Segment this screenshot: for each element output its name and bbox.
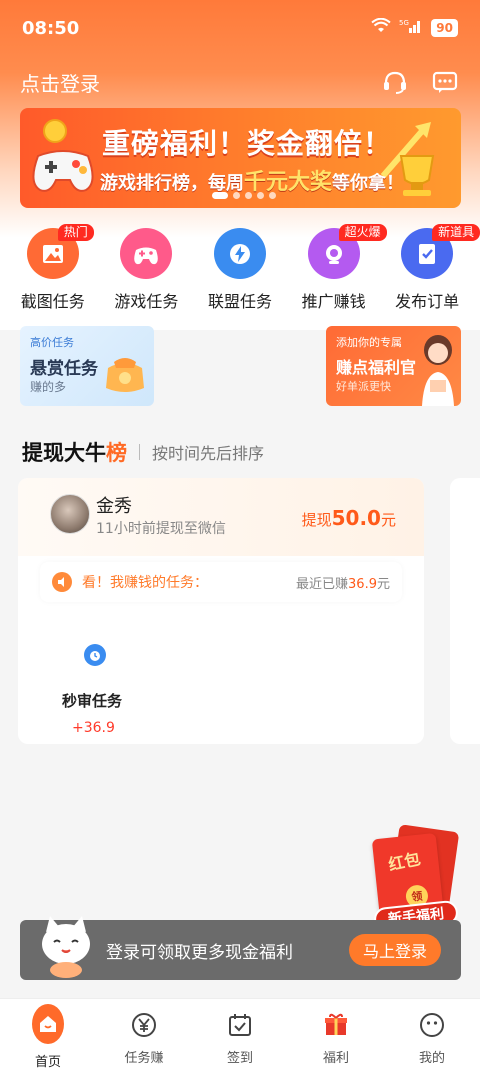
tab-label: 任务赚 xyxy=(124,1051,164,1066)
earning-task-row: 看！我赚钱的任务： 最近已赚36.9元 xyxy=(40,562,402,602)
promo-desc: 好单派更快 xyxy=(336,380,391,393)
recent-earnings-prefix: 最近已赚 xyxy=(296,576,349,592)
gamepad-icon xyxy=(120,228,173,279)
grid-item-screenshot-task[interactable]: 热门 截图任务 xyxy=(8,224,98,312)
message-icon[interactable] xyxy=(430,67,460,97)
promo-title: 赚点福利官 xyxy=(336,358,417,377)
withdraw-amount-value: 50.0 xyxy=(331,506,381,530)
user-name: 金秀 xyxy=(96,496,132,517)
gift-icon xyxy=(320,1009,352,1041)
promo-tag: 高价任务 xyxy=(30,336,74,349)
banner-sub-prefix: 游戏排行榜，每周 xyxy=(100,173,244,194)
recent-earnings-amount: 36.9 xyxy=(348,576,377,592)
grid-label: 发布订单 xyxy=(395,292,460,311)
status-time: 08:50 xyxy=(22,17,80,39)
tab-home[interactable]: 首页 xyxy=(0,999,96,1072)
tab-label: 签到 xyxy=(226,1051,253,1066)
tab-task-earn[interactable]: 任务赚 xyxy=(96,999,192,1072)
top-header: 点击登录 xyxy=(0,60,480,104)
pagination-dot xyxy=(269,192,276,199)
earning-label: 看！我赚钱的任务： xyxy=(82,575,208,591)
withdraw-label: 提现 xyxy=(301,511,332,529)
promo-banner[interactable]: 重磅福利！奖金翻倍！ 游戏排行榜，每周千元大奖等你拿！ xyxy=(20,108,461,208)
pagination-dot xyxy=(245,192,252,199)
grid-label: 截图任务 xyxy=(20,292,85,311)
assistant-avatar-icon xyxy=(422,335,454,406)
tab-label: 福利 xyxy=(322,1051,349,1066)
cat-mascot-icon xyxy=(42,916,90,978)
task-name: 秒审任务 xyxy=(62,692,123,710)
tab-mine[interactable]: 我的 xyxy=(384,999,480,1072)
lightning-icon xyxy=(213,228,266,279)
ranking-title: 提现大牛榜 xyxy=(22,437,127,467)
tab-checkin[interactable]: 签到 xyxy=(192,999,288,1072)
login-link[interactable]: 点击登录 xyxy=(20,68,100,97)
gamepad-illustration-icon xyxy=(32,150,94,192)
speaker-icon xyxy=(52,572,72,592)
pagination-dot xyxy=(257,192,264,199)
category-grid: 热门 截图任务 游戏任务 联盟任务 超火爆 推广赚钱 新道具 发布订单 xyxy=(0,224,480,312)
ranking-card[interactable]: 金秀 11小时前提现至微信 提现50.0元 看！我赚钱的任务： 最近已赚36.9… xyxy=(18,478,424,744)
banner-pagination xyxy=(212,192,276,199)
calendar-check-icon xyxy=(224,1009,256,1041)
grid-item-alliance-task[interactable]: 联盟任务 xyxy=(195,224,285,312)
ranking-card-next[interactable] xyxy=(450,478,480,744)
svg-text:5G: 5G xyxy=(399,19,409,27)
grid-label: 联盟任务 xyxy=(207,292,272,311)
status-indicators: 5G 90 xyxy=(371,17,458,38)
tab-label: 首页 xyxy=(34,1055,61,1070)
customer-service-icon[interactable] xyxy=(380,67,410,97)
ranking-subtitle: 按时间先后排序 xyxy=(152,444,265,463)
withdraw-amount: 提现50.0元 xyxy=(302,506,396,530)
ranking-title-accent: 榜 xyxy=(106,441,127,465)
pagination-dot xyxy=(212,192,228,199)
withdraw-unit: 元 xyxy=(380,511,396,529)
grid-label: 推广赚钱 xyxy=(301,292,366,311)
hot-badge: 热门 xyxy=(57,224,94,241)
yen-coin-icon xyxy=(128,1009,160,1041)
status-bar: 08:50 5G 90 xyxy=(0,0,480,56)
tab-label: 我的 xyxy=(418,1051,445,1066)
bottom-tab-bar: 首页 任务赚 签到 福利 我的 xyxy=(0,998,480,1072)
promo-tag: 添加你的专属 xyxy=(336,336,402,349)
banner-sub-suffix: 等你拿！ xyxy=(332,173,405,194)
coin-icon xyxy=(43,119,67,143)
banner-title: 重磅福利！奖金翻倍！ xyxy=(102,127,393,160)
red-packet-text: 红包 xyxy=(386,849,423,875)
login-prompt-text: 登录可领取更多现金福利 xyxy=(106,943,293,963)
login-now-button[interactable]: 马上登录 xyxy=(348,934,441,966)
home-icon xyxy=(32,1004,64,1045)
cell-signal-icon: 5G xyxy=(399,18,423,38)
grid-item-publish-order[interactable]: 新道具 发布订单 xyxy=(382,224,480,312)
money-bag-icon xyxy=(106,358,144,392)
header-actions xyxy=(380,67,460,97)
grid-item-game-task[interactable]: 游戏任务 xyxy=(101,224,191,312)
promo-desc: 赚的多 xyxy=(30,380,67,394)
alarm-clock-icon xyxy=(84,644,106,666)
ranking-title-main: 提现大牛 xyxy=(22,441,106,465)
login-prompt-bar[interactable]: 登录可领取更多现金福利 马上登录 xyxy=(20,916,461,980)
welfare-officer-card[interactable]: 添加你的专属 赚点福利官 好单派更快 xyxy=(326,326,461,406)
promo-title: 悬赏任务 xyxy=(30,359,98,379)
grid-label: 游戏任务 xyxy=(114,292,179,311)
pagination-dot xyxy=(233,192,240,199)
task-amount: +36.9 xyxy=(72,720,115,736)
battery-indicator: 90 xyxy=(431,19,458,37)
withdraw-time: 11小时前提现至微信 xyxy=(96,521,226,537)
grid-item-promote-earn[interactable]: 超火爆 推广赚钱 xyxy=(289,224,387,312)
smiley-icon xyxy=(416,1009,448,1041)
avatar xyxy=(50,494,90,534)
bounty-task-card[interactable]: 高价任务 悬赏任务 赚的多 xyxy=(20,326,154,406)
wifi-icon xyxy=(371,17,391,38)
tab-welfare[interactable]: 福利 xyxy=(288,999,384,1072)
hot-badge: 超火爆 xyxy=(338,224,387,241)
divider xyxy=(139,444,140,460)
newbie-red-packet[interactable]: 红包 领 新手福利 xyxy=(370,824,460,933)
recent-earnings: 最近已赚36.9元 xyxy=(296,573,390,592)
recent-earnings-unit: 元 xyxy=(376,576,390,592)
new-badge: 新道具 xyxy=(432,224,480,241)
withdraw-ranking-header: 提现大牛榜 按时间先后排序 xyxy=(22,437,264,467)
